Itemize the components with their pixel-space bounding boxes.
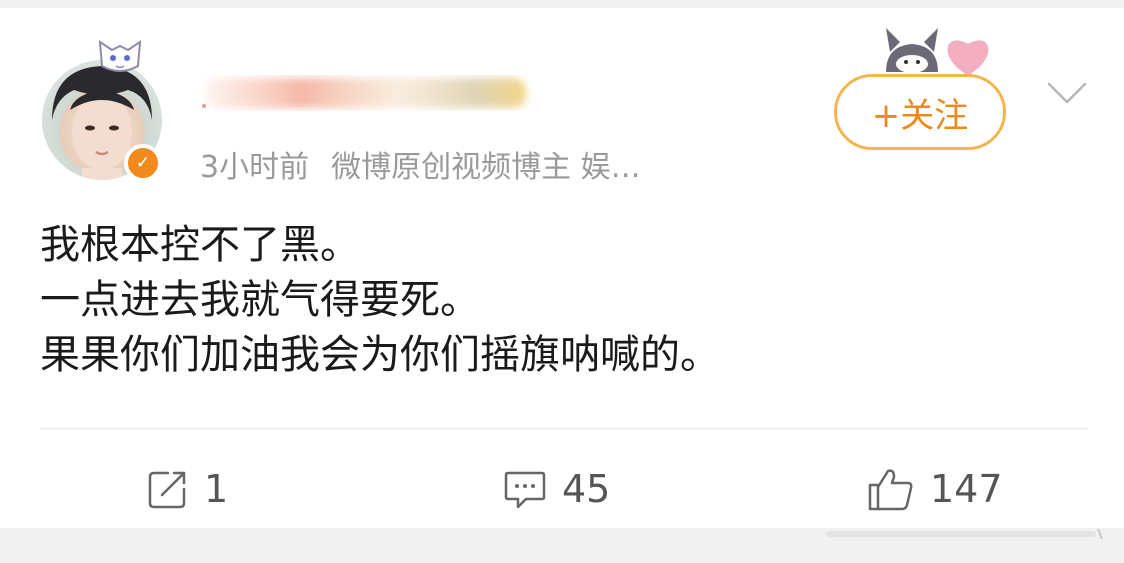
repost-icon [148,471,186,509]
post-line: 我根本控不了黑。 [40,222,360,268]
weibo-post-card: ✓ 3小时前 微博原创视频博主 娱… +关注 我根本控不了黑。 一点进去我就气得… [0,8,1124,528]
comment-button[interactable]: 45 [502,464,610,514]
verified-v-icon: ✓ [124,144,162,182]
post-source[interactable]: 微博原创视频博主 娱… [331,150,641,185]
thumbs-up-icon [868,469,913,511]
watermark-blurred [826,528,1103,540]
comment-count: 45 [562,467,611,511]
post-meta: 3小时前 微博原创视频博主 娱… [200,142,641,186]
comment-icon [504,471,546,509]
follow-button-decoration-icon [886,28,989,76]
chevron-down-icon[interactable] [1046,80,1088,106]
follow-button[interactable]: +关注 [834,74,1006,150]
divider [40,428,1088,429]
avatar-cat-decoration-icon [98,40,142,72]
repost-count: 1 [204,467,229,511]
like-count: 147 [930,467,1003,511]
post-content: 我根本控不了黑。 一点进去我就气得要死。 果果你们加油我会为你们摇旗呐喊的。 [40,218,720,383]
repost-button[interactable]: 1 [146,464,228,514]
like-button[interactable]: 147 [866,464,1003,514]
username-blurred[interactable] [196,68,536,118]
post-line: 一点进去我就气得要死。 [40,277,480,323]
post-line: 果果你们加油我会为你们摇旗呐喊的。 [40,332,720,378]
post-time: 3小时前 [200,150,310,185]
watermark [806,524,1106,544]
